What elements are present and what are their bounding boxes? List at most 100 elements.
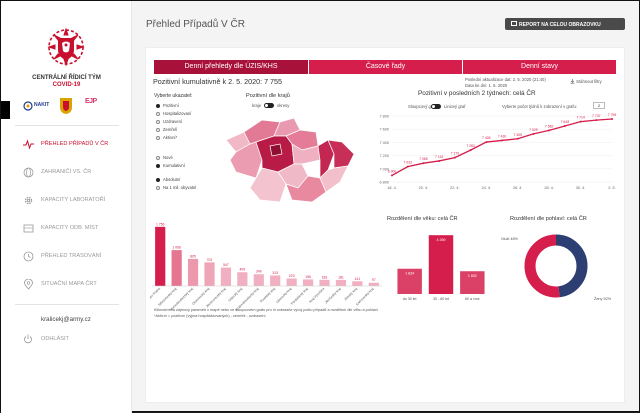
pulse-icon <box>23 139 34 150</box>
user-email: kralicekj@army.cz <box>41 316 91 323</box>
radio-hospitalized[interactable] <box>156 112 160 116</box>
positive-trend-line-chart: 6 8007 0007 2007 4007 6007 80018. 4. 20. … <box>379 113 616 190</box>
data-point <box>548 129 551 132</box>
x-tick-label: 22. 4. <box>450 186 460 190</box>
radio-positive[interactable] <box>156 104 160 108</box>
region-bar <box>204 262 215 286</box>
data-label: 7 737 <box>592 114 601 118</box>
bar-value-label: 1 652 <box>468 274 477 278</box>
sidebar-edge-tab <box>1 101 10 119</box>
nav-label: PŘEHLED PŘÍPADŮ V ČR <box>41 141 109 147</box>
radio-label: Aktivní* <box>163 135 178 140</box>
power-icon <box>24 334 32 344</box>
nav-item-abroad[interactable]: ZAHRANIČÍ VS. ČR <box>1 161 132 185</box>
bar-value-label: 547 <box>223 263 229 267</box>
category-label: 60 a více <box>465 297 480 301</box>
last-update: Poslední aktualizace dat: 2. 5. 2020 (21… <box>465 77 546 82</box>
nakit-label: NAKIT <box>34 102 50 108</box>
report-card: Denní přehledy dle ÚZIS/KHS Časové řady … <box>145 47 625 403</box>
bar-value-label: 805 <box>190 254 196 258</box>
chart-type-toggle[interactable] <box>431 104 441 109</box>
footnote-map-hint: Kliknutím na zájmový parametr v mapě neb… <box>154 308 378 312</box>
bar-value-label: 223 <box>289 274 295 278</box>
region-bar <box>220 267 232 286</box>
nav-item-tracing[interactable]: PŘEHLED TRASOVÁNÍ <box>1 245 132 269</box>
category-label: Karlovarský kraj <box>355 287 375 307</box>
y-tick-label: 7 800 <box>379 115 389 119</box>
radio-deceased[interactable] <box>156 128 160 132</box>
data-label: 7 648 <box>561 120 570 124</box>
sidebar: CENTRÁLNÍ ŘÍDICÍ TÝM COVID-19 NAKIT EJP … <box>1 1 132 413</box>
bar-value-label: 4 269 <box>437 238 446 242</box>
data-label: 7 283 <box>466 144 475 148</box>
data-point <box>532 132 535 135</box>
region-bar <box>237 272 248 286</box>
region-map[interactable] <box>222 114 358 206</box>
app-window: CENTRÁLNÍ ŘÍDICÍ TÝM COVID-19 NAKIT EJP … <box>0 0 640 413</box>
x-tick-label: 20. 4. <box>419 186 429 190</box>
x-tick-label: 2. 5. <box>608 186 615 190</box>
bar-value-label: 183 <box>322 275 328 279</box>
age-chart-title: Rozdělení dle věku: celá ČR <box>387 216 458 222</box>
download-filters-button[interactable]: Stáhnout filtry <box>570 79 602 85</box>
radio-label: Na 1 mil. obyvatel <box>163 185 197 190</box>
radio-recovered[interactable] <box>156 120 160 124</box>
sidebar-divider <box>15 304 119 305</box>
logout-button[interactable]: ODHLÁSIT <box>1 332 132 346</box>
fullscreen-report-button[interactable]: REPORT NA CELOU OBRAZOVKU <box>505 18 625 30</box>
toggle-left-label: kraje <box>252 103 262 108</box>
data-label: 7 170 <box>451 152 460 156</box>
nav-item-situation-map[interactable]: SITUAČNÍ MAPA ČRT <box>1 273 132 297</box>
region-bar <box>155 226 166 286</box>
radio-label: Hospitalizovaní <box>163 111 192 116</box>
nav-item-lab-capacity[interactable]: KAPACITY LABORATOŘÍ <box>1 189 132 213</box>
gender-donut-chart[interactable]: Muži 48% Ženy 52% <box>496 228 616 306</box>
weeks-select[interactable]: 2 <box>593 102 605 109</box>
bar-value-label: 196 <box>305 275 311 279</box>
partner-logos: NAKIT EJP <box>21 97 121 119</box>
tab-daily-overview[interactable]: Denní přehledy dle ÚZIS/KHS <box>154 60 308 74</box>
x-tick-label: 18. 4. <box>387 186 397 190</box>
map-level-toggle[interactable] <box>264 103 274 108</box>
nav-item-sampling-capacity[interactable]: KAPACITY ODB. MÍST <box>1 217 132 241</box>
radio-active[interactable] <box>156 136 160 140</box>
tab-daily-states[interactable]: Denní stavy <box>463 60 616 74</box>
data-date: Data ke dni: 1. 5. 2020 <box>465 83 508 88</box>
radio-label: Uzdravení <box>163 119 183 124</box>
nav-label: ZAHRANIČÍ VS. ČR <box>41 169 92 175</box>
data-point <box>485 141 488 144</box>
data-label: 6 900 <box>388 169 397 173</box>
tab-time-series[interactable]: Časové řady <box>309 60 462 74</box>
radio-absolute[interactable] <box>156 178 160 182</box>
data-label: 7 582 <box>545 124 554 128</box>
data-label: 7 085 <box>419 157 428 161</box>
category-label: Plzeňský kraj <box>259 287 276 304</box>
data-point <box>563 125 566 128</box>
region-bar <box>253 274 264 286</box>
crisis-team-logo <box>47 27 85 67</box>
region-bar <box>319 279 330 286</box>
data-label: 7 119 <box>435 155 443 159</box>
slice-label: Ženy 52% <box>594 296 612 301</box>
radio-cumulative[interactable] <box>156 164 160 168</box>
slice-label: Muži 48% <box>501 237 518 241</box>
nav-item-cases-overview[interactable]: PŘEHLED PŘÍPADŮ V ČR <box>1 133 132 157</box>
age-bar-chart[interactable]: 1 834 do 30 let 4 269 30 - 60 let 1 652 60 a … <box>392 226 490 306</box>
radio-per-million[interactable] <box>156 186 160 190</box>
category-label: Ústecký kraj <box>228 287 244 303</box>
data-label: 7 430 <box>498 134 507 138</box>
age-bar <box>428 235 454 294</box>
radio-new[interactable] <box>156 156 160 160</box>
footnote-active-definition: *Aktivní = pozitivní (vyjma hospitalizov… <box>154 314 266 318</box>
y-tick-label: 7 400 <box>379 141 389 145</box>
bar-value-label: 313 <box>272 271 278 275</box>
region-bar-chart[interactable]: 1 756Hlavní město Praha1 066Středočeský … <box>150 214 386 314</box>
fullscreen-label: REPORT NA CELOU OBRAZOVKU <box>519 21 601 28</box>
region-bar <box>187 258 199 286</box>
bar-value-label: 1 756 <box>156 222 165 226</box>
bar-value-label: 409 <box>240 268 246 272</box>
y-tick-label: 6 800 <box>379 181 389 185</box>
radio-label: Nové <box>163 155 173 160</box>
radio-label: Absolutní <box>163 177 181 182</box>
radio-label: Kumulativní <box>163 163 185 168</box>
